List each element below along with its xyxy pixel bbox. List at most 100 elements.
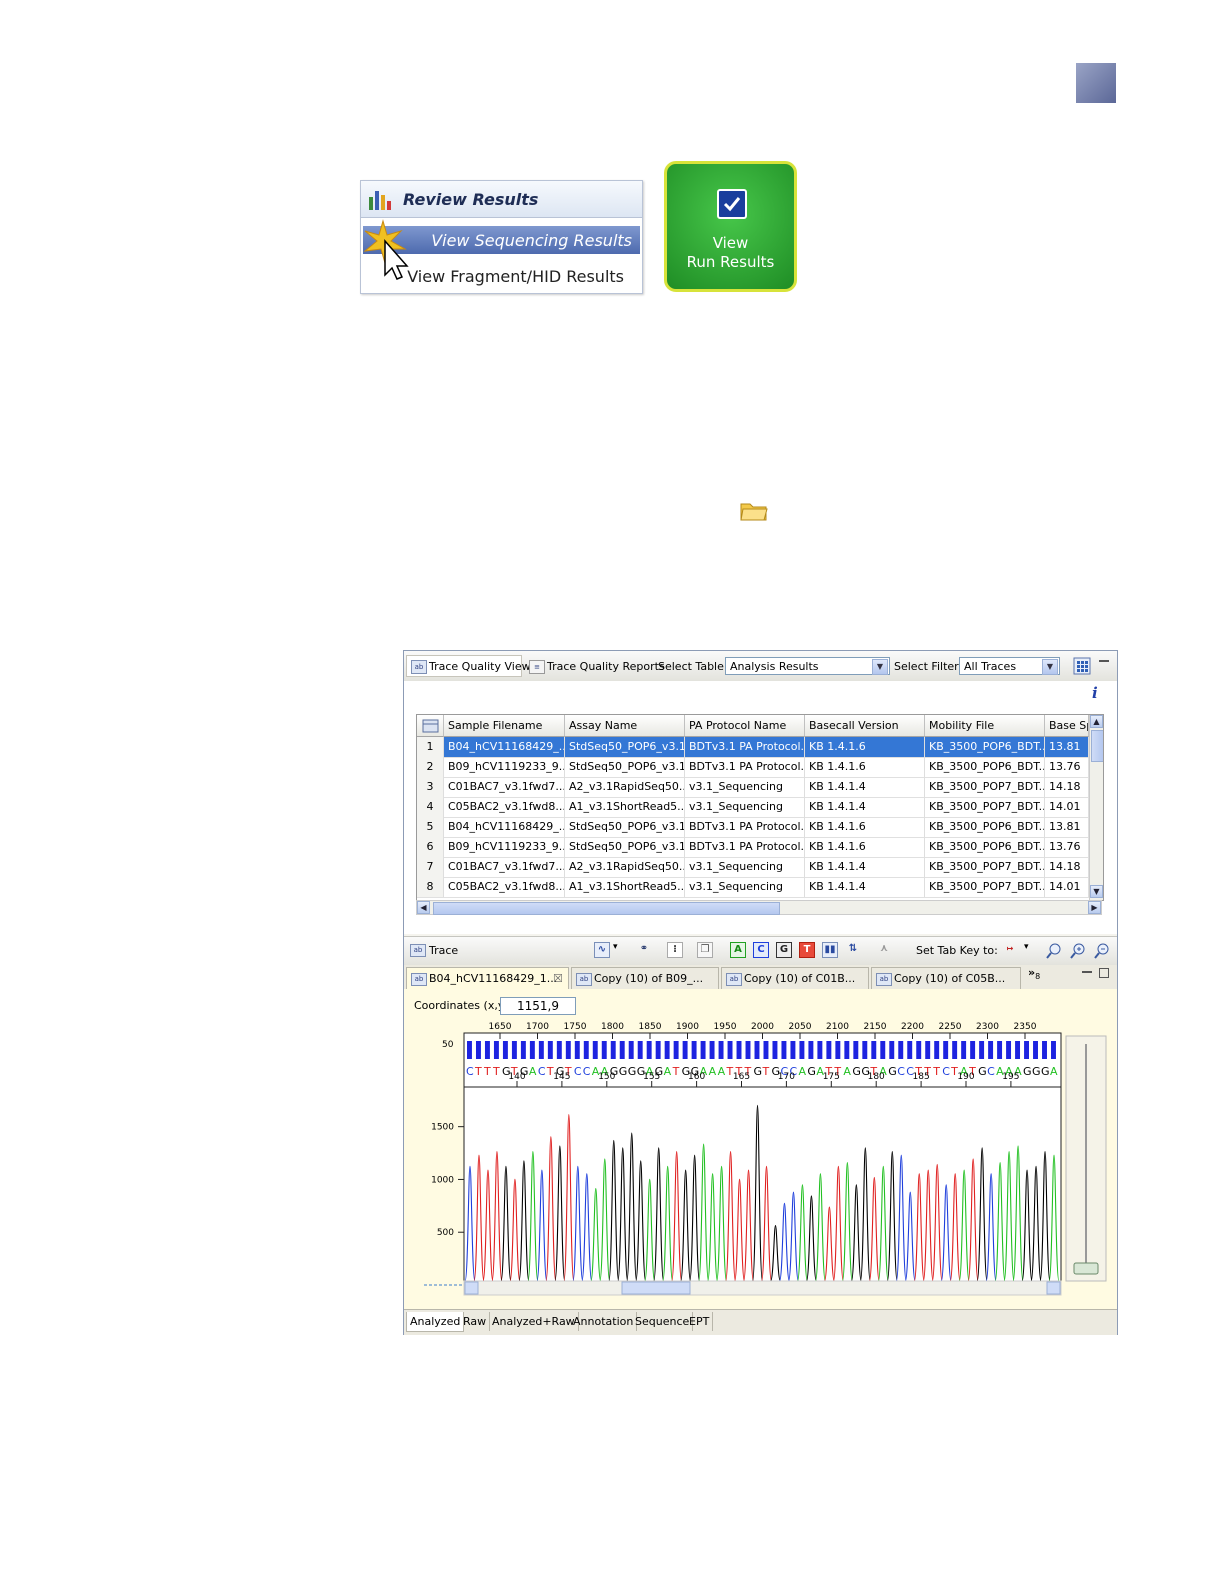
qv-bar xyxy=(799,1041,805,1059)
plot-scroll-thumb[interactable] xyxy=(621,1281,691,1295)
vertical-scrollbar[interactable]: ▲ ▼ xyxy=(1089,715,1103,900)
coordinates-label: Coordinates (x,y): xyxy=(414,999,513,1012)
table-row[interactable]: 5 B04_hCV11168429_... StdSeq50_POP6_v3.1 BD… xyxy=(417,817,1089,838)
checkbox-icon xyxy=(717,189,747,219)
column-header-basecall-version[interactable]: Basecall Version xyxy=(805,715,925,737)
qv-bar xyxy=(745,1041,751,1059)
scroll-left-icon[interactable]: ◀ xyxy=(417,901,430,914)
sort-icon[interactable]: ⇅ xyxy=(845,942,861,958)
select-filter-dropdown[interactable]: All Traces ▼ xyxy=(959,657,1060,675)
row-number: 6 xyxy=(417,837,444,857)
qv-bar xyxy=(871,1041,877,1059)
table-cell: KB 1.4.1.6 xyxy=(805,817,925,837)
tab-sequence[interactable]: Sequence xyxy=(632,1312,694,1331)
qv-bar xyxy=(880,1041,886,1059)
table-cell: KB 1.4.1.4 xyxy=(805,777,925,797)
zoom-slider[interactable] xyxy=(1065,1035,1107,1282)
horizontal-scrollbar[interactable]: ◀ ▶ xyxy=(416,900,1102,915)
select-table-dropdown[interactable]: Analysis Results ▼ xyxy=(725,657,890,675)
trace-plot[interactable]: 1650 1700 1750 1800 1850 1900 1950 2000 2050 2100… xyxy=(404,1019,1117,1309)
table-row[interactable]: 4 C05BAC2_v3.1fwd8... A1_v3.1ShortRead5...… xyxy=(417,797,1089,818)
plot-hscrollbar[interactable] xyxy=(463,1280,1062,1296)
horizontal-scroll-thumb[interactable] xyxy=(433,902,780,915)
bar-view-icon[interactable]: ▮▮ xyxy=(822,942,838,958)
column-header-assay-name[interactable]: Assay Name xyxy=(565,715,685,737)
column-header-sample-filename[interactable]: Sample Filename xyxy=(444,715,565,737)
table-row[interactable]: 7 C01BAC7_v3.1fwd7... A2_v3.1RapidSeq50...… xyxy=(417,857,1089,878)
scroll-right-icon[interactable] xyxy=(1046,1281,1061,1295)
table-cell: C05BAC2_v3.1fwd8... xyxy=(444,797,565,817)
minimize-icon[interactable] xyxy=(1099,660,1109,662)
tab-analyzed[interactable]: Analyzed xyxy=(406,1312,465,1332)
chevron-down-icon[interactable]: ▾ xyxy=(1024,942,1029,952)
tab-analyzed-raw[interactable]: Analyzed+Raw xyxy=(489,1312,579,1331)
analysis-results-table: Sample Filename Assay Name PA Protocol N… xyxy=(416,714,1104,901)
column-header-pa-protocol-name[interactable]: PA Protocol Name xyxy=(685,715,805,737)
row-number: 2 xyxy=(417,757,444,777)
table-cell: C01BAC7_v3.1fwd7... xyxy=(444,857,565,877)
toggle-t-button[interactable]: T xyxy=(799,942,815,958)
ab-icon: ab xyxy=(876,973,892,986)
chevron-down-icon[interactable]: ▾ xyxy=(613,942,618,952)
scroll-up-icon[interactable]: ▲ xyxy=(1090,715,1103,728)
doc-tab-3-label: Copy (10) of C01B... xyxy=(744,972,856,985)
list-icon[interactable]: ⁝ xyxy=(667,942,683,958)
table-cell: C01BAC7_v3.1fwd7... xyxy=(444,777,565,797)
doc-tab-3[interactable]: ab Copy (10) of C01B... xyxy=(721,967,869,989)
column-header-mobility-file[interactable]: Mobility File xyxy=(925,715,1045,737)
peak-tool-icon[interactable]: ⋏ xyxy=(876,942,892,958)
scan-tick-label: 1700 xyxy=(526,1022,549,1032)
grid-view-icon[interactable] xyxy=(1073,657,1091,675)
run-button-line2: Run Results xyxy=(686,253,775,271)
table-row[interactable]: 3 C01BAC7_v3.1fwd7... A2_v3.1RapidSeq50...… xyxy=(417,777,1089,798)
tab-raw[interactable]: Raw xyxy=(460,1312,491,1331)
column-header-base-spacing[interactable]: Base Sp xyxy=(1045,715,1089,737)
base-call-letter: C xyxy=(538,1065,546,1078)
ab-icon: ab xyxy=(411,660,427,674)
tab-trace-quality-view[interactable]: ab Trace Quality View xyxy=(406,655,531,677)
table-row[interactable]: 1 B04_hCV11168429_... StdSeq50_POP6_v3.1 BD… xyxy=(417,737,1089,758)
scroll-left-icon[interactable] xyxy=(464,1281,479,1295)
scroll-down-icon[interactable]: ▼ xyxy=(1090,885,1103,898)
doc-tab-2[interactable]: ab Copy (10) of B09_... xyxy=(571,967,719,989)
base-call-letter: C xyxy=(574,1065,582,1078)
view-run-results-label: View Run Results xyxy=(667,234,794,272)
table-row[interactable]: 8 C05BAC2_v3.1fwd8... A1_v3.1ShortRead5...… xyxy=(417,877,1089,898)
scan-tick-label: 2200 xyxy=(901,1022,924,1032)
copy-icon[interactable]: ❐ xyxy=(697,942,713,958)
base-call-letter: G xyxy=(852,1065,861,1078)
base-call-letter: C xyxy=(942,1065,950,1078)
tab-annotation[interactable]: Annotation xyxy=(570,1312,638,1331)
vertical-scroll-thumb[interactable] xyxy=(1091,730,1103,762)
doc-tab-1[interactable]: ab B04_hCV11168429_1... ☒ xyxy=(406,967,569,989)
scroll-right-icon[interactable]: ▶ xyxy=(1088,901,1101,914)
tab-overflow-icon[interactable]: »8 xyxy=(1028,966,1040,981)
zoom-slider-thumb[interactable] xyxy=(1073,1262,1099,1275)
tab-key-icon[interactable]: ↦ xyxy=(1002,942,1018,958)
zoom-in-icon[interactable] xyxy=(1069,942,1087,960)
scan-tick-label: 1850 xyxy=(639,1022,662,1032)
base-call-letter: A xyxy=(529,1065,537,1078)
table-row[interactable]: 2 B09_hCV1119233_9... StdSeq50_POP6_v3.1 BD… xyxy=(417,757,1089,778)
scan-tick-label: 2050 xyxy=(789,1022,812,1032)
close-icon[interactable]: ☒ xyxy=(553,968,563,989)
view-run-results-button[interactable]: View Run Results xyxy=(664,161,797,292)
trace-view-icon[interactable]: ∿ xyxy=(594,942,610,958)
maximize-icon[interactable] xyxy=(1099,968,1109,978)
tab-trace-quality-reports[interactable]: ≡ Trace Quality Reports xyxy=(524,655,665,677)
toggle-a-button[interactable]: A xyxy=(730,942,746,958)
info-icon[interactable]: i xyxy=(1092,684,1098,702)
toggle-g-button[interactable]: G xyxy=(776,942,792,958)
qv-bar xyxy=(565,1041,571,1059)
tab-ept[interactable]: EPT xyxy=(686,1312,714,1331)
table-row[interactable]: 6 B09_hCV1119233_9... StdSeq50_POP6_v3.1 BD… xyxy=(417,837,1089,858)
scan-tick-label: 1950 xyxy=(714,1022,737,1032)
zoom-fit-icon[interactable] xyxy=(1045,942,1063,960)
doc-tab-4[interactable]: ab Copy (10) of C05B... xyxy=(871,967,1021,989)
minimize-icon[interactable] xyxy=(1082,971,1092,973)
binoculars-icon[interactable]: ⚭ xyxy=(636,942,652,958)
toggle-c-button[interactable]: C xyxy=(753,942,769,958)
table-corner-header[interactable] xyxy=(417,715,444,737)
table-cell: 13.76 xyxy=(1045,757,1089,777)
zoom-out-icon[interactable] xyxy=(1093,942,1111,960)
